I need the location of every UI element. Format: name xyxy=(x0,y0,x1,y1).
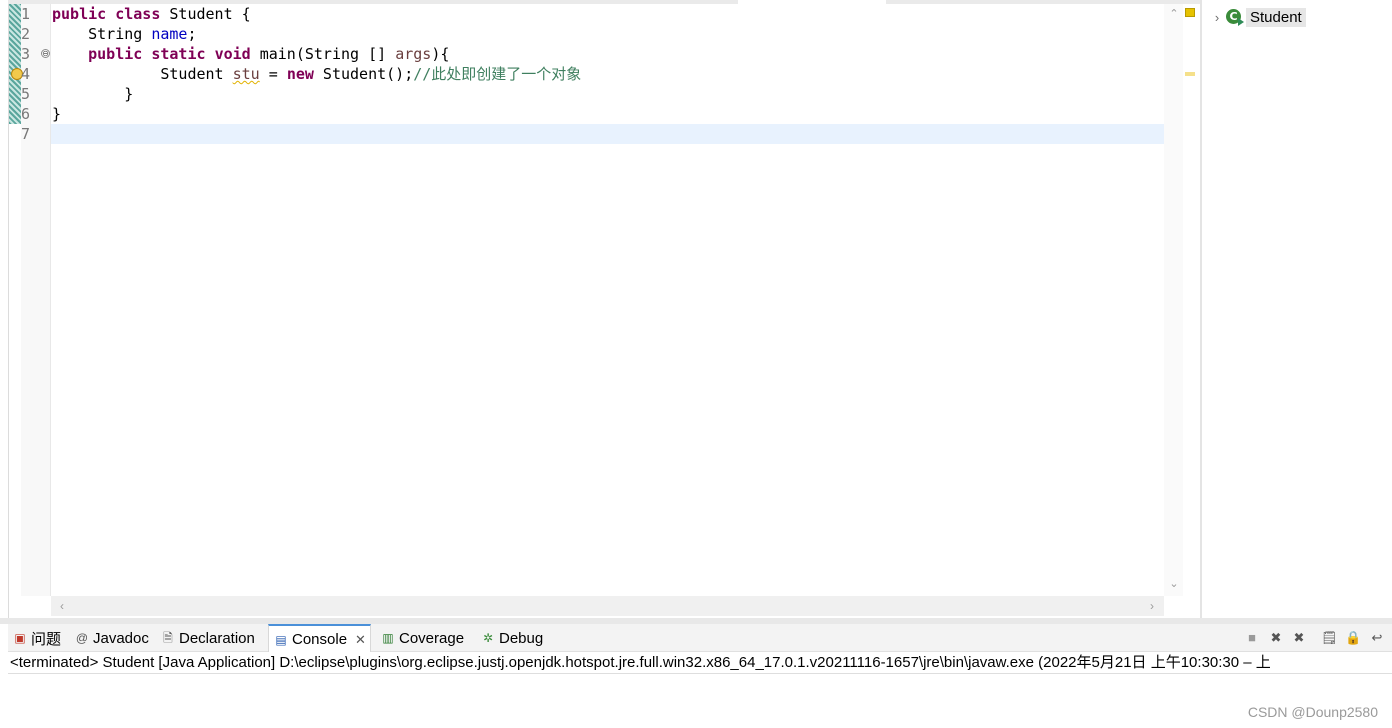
code-text[interactable]: String name; xyxy=(52,24,196,44)
code-text[interactable]: public class Student { xyxy=(52,4,251,24)
tab-declaration[interactable]: 🗎 Declaration xyxy=(156,624,259,652)
scroll-lock-icon[interactable]: 🔒 xyxy=(1345,630,1361,646)
code-line-5[interactable]: 5 } xyxy=(9,84,1164,104)
horizontal-scrollbar[interactable]: ‹ › xyxy=(51,596,1164,616)
coverage-icon: ▥ xyxy=(382,631,394,645)
line-number: 4 xyxy=(21,65,31,83)
outline-class-label[interactable]: Student xyxy=(1246,7,1306,27)
console-output-area[interactable] xyxy=(8,674,1392,728)
tab-javadoc[interactable]: @ Javadoc xyxy=(70,624,153,652)
outline-view: › C Student xyxy=(1202,4,1392,618)
word-wrap-icon[interactable]: ↩ xyxy=(1369,630,1385,646)
line-number: 3 xyxy=(21,45,31,63)
tab-console[interactable]: ▤ Console ✕ xyxy=(268,624,371,653)
debug-bug-icon: ✲ xyxy=(482,631,494,645)
code-text[interactable]: Student stu = new Student();//此处即创建了一个对象 xyxy=(52,64,581,84)
warning-overview-mark[interactable] xyxy=(1185,8,1195,17)
overview-ruler[interactable] xyxy=(1183,4,1197,616)
class-icon: C xyxy=(1224,8,1246,26)
remove-launch-icon[interactable]: ✖ xyxy=(1268,630,1284,646)
vertical-scrollbar[interactable]: ⌃ ⌄ xyxy=(1164,4,1184,596)
code-text[interactable]: public static void main(String [] args){ xyxy=(52,44,449,64)
occurrence-overview-mark[interactable] xyxy=(1185,72,1195,76)
clear-console-icon[interactable]: 🗒 xyxy=(1321,630,1338,646)
problems-icon: ▣ xyxy=(14,631,26,645)
line-number: 2 xyxy=(21,25,31,43)
fold-collapse-icon[interactable]: ⊖ xyxy=(41,49,50,58)
scroll-down-icon[interactable]: ⌄ xyxy=(1168,578,1180,590)
tab-problems[interactable]: ▣ 问题 xyxy=(8,624,65,652)
code-text[interactable]: } xyxy=(52,84,133,104)
tab-debug[interactable]: ✲ Debug xyxy=(476,624,547,652)
console-status-line: <terminated> Student [Java Application] … xyxy=(8,652,1392,674)
watermark: CSDN @Dounp2580 xyxy=(1247,704,1378,720)
current-line-highlight xyxy=(51,124,1164,144)
chevron-right-icon[interactable]: › xyxy=(1210,10,1224,25)
code-text[interactable]: } xyxy=(52,104,61,124)
code-line-2[interactable]: 2 String name; xyxy=(9,24,1164,44)
code-line-3[interactable]: 3 ⊖ public static void main(String [] ar… xyxy=(9,44,1164,64)
outline-class-item[interactable]: › C Student xyxy=(1210,6,1306,28)
line-number: 5 xyxy=(21,85,31,103)
code-line-7[interactable]: 7 xyxy=(9,124,1164,144)
scroll-up-icon[interactable]: ⌃ xyxy=(1168,8,1180,20)
scroll-right-icon[interactable]: › xyxy=(1145,599,1159,613)
code-line-6[interactable]: 6 } xyxy=(9,104,1164,124)
tab-coverage[interactable]: ▥ Coverage xyxy=(376,624,468,652)
code-editor[interactable]: 1 public class Student { 2 String name; … xyxy=(8,4,1184,618)
close-tab-icon[interactable]: ✕ xyxy=(355,632,366,648)
console-icon: ▤ xyxy=(275,632,287,647)
line-number: 6 xyxy=(21,105,31,123)
scroll-left-icon[interactable]: ‹ xyxy=(55,599,69,613)
terminate-icon[interactable]: ■ xyxy=(1244,630,1260,646)
line-number: 1 xyxy=(21,5,31,23)
bottom-views-tabbar: ▣ 问题 @ Javadoc 🗎 Declaration ▤ Console ✕… xyxy=(8,624,1392,653)
remove-all-terminated-icon[interactable]: ✖ xyxy=(1291,630,1307,646)
code-line-1[interactable]: 1 public class Student { xyxy=(9,4,1164,24)
declaration-icon: 🗎 xyxy=(163,631,173,645)
javadoc-icon: @ xyxy=(75,631,89,645)
code-line-4[interactable]: 4 Student stu = new Student();//此处即创建了一个… xyxy=(9,64,1164,84)
line-number: 7 xyxy=(21,125,31,143)
